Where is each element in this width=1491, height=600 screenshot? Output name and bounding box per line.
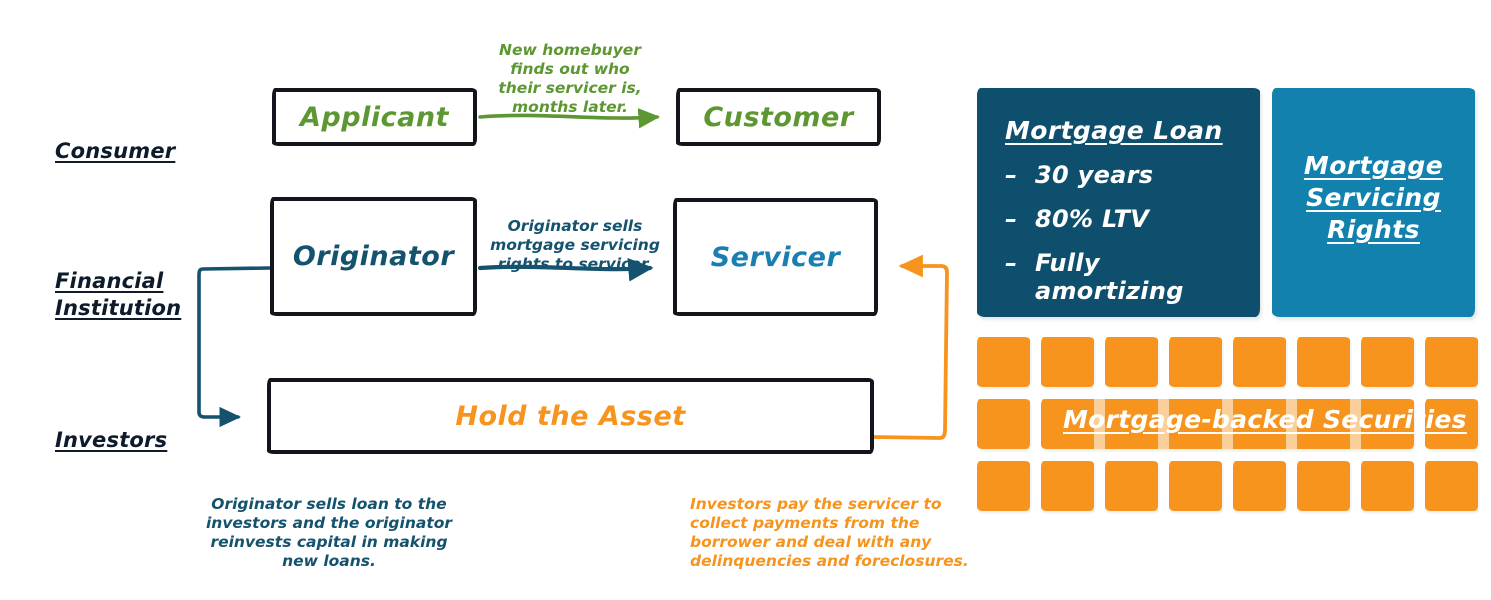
mbs-tile [1105,461,1158,511]
mbs-tile [1297,337,1350,387]
mbs-tile [977,399,1030,449]
mbs-label: Mortgage-backed Securities [1063,405,1467,434]
mbs-tile [1041,337,1094,387]
mbs-tile [1169,337,1222,387]
diagram-canvas: Consumer Financial Institution Investors… [0,0,1491,600]
mbs-tile [1361,461,1414,511]
mbs-tile [1361,337,1414,387]
mbs-tile [1425,337,1478,387]
mbs-tile [1425,461,1478,511]
mbs-tile [1169,461,1222,511]
mbs-label-text: Mortgage-backed Securities [1063,405,1467,434]
mbs-tile-grid: Mortgage-backed Securities [0,0,1491,600]
mbs-tile [1297,461,1350,511]
mbs-tile [1233,337,1286,387]
mbs-tile [977,337,1030,387]
mbs-tile [1041,461,1094,511]
mbs-tile [1105,337,1158,387]
mbs-tile [977,461,1030,511]
mbs-tile [1233,461,1286,511]
